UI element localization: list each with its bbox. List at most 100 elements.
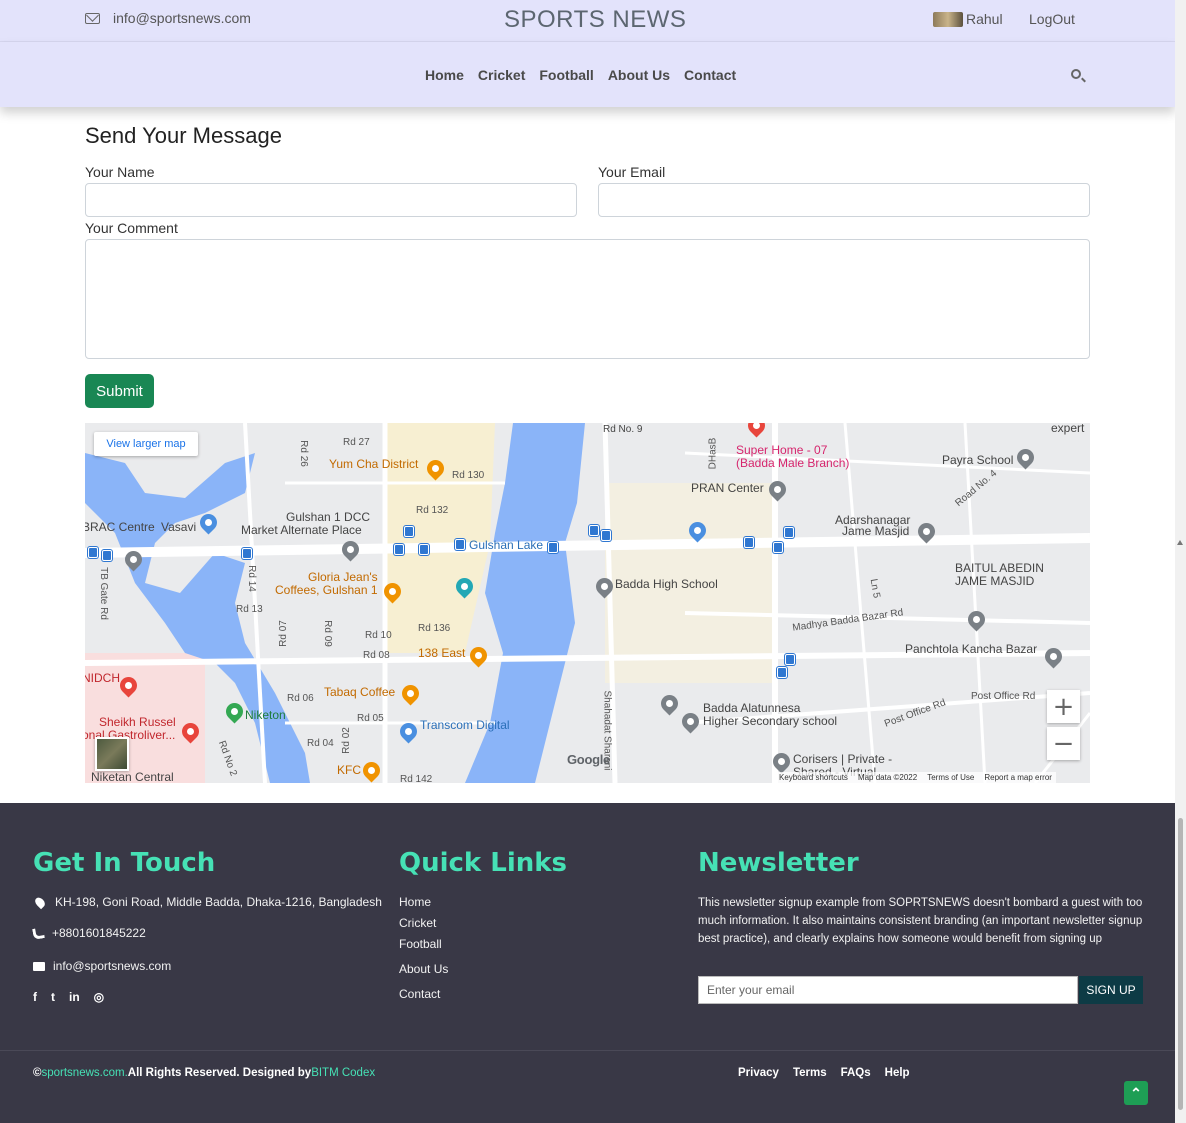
form-title: Send Your Message: [85, 123, 282, 148]
bus-stop-icon[interactable]: [455, 539, 465, 550]
map-label: Post Office Rd: [971, 691, 1036, 702]
map-label: Sheikh Russel: [99, 715, 176, 729]
map-label: Coffees, Gulshan 1: [275, 583, 378, 597]
logout-link[interactable]: LogOut: [1029, 11, 1075, 27]
bus-stop-icon[interactable]: [548, 542, 558, 553]
bus-stop-icon[interactable]: [784, 527, 794, 538]
twitter-icon[interactable]: t: [51, 990, 55, 1004]
phone-text: +8801601845222: [52, 926, 146, 940]
map-label: Rd 26: [297, 440, 309, 467]
map-data-text: Map data ©2022: [857, 773, 918, 782]
envelope-icon: [33, 961, 45, 971]
scroll-up-icon[interactable]: [1177, 540, 1183, 545]
map-label: Rd 132: [416, 505, 449, 516]
email-input[interactable]: [598, 183, 1090, 217]
user-menu[interactable]: Rahul: [933, 11, 1003, 27]
header-email[interactable]: info@sportsnews.com: [85, 10, 251, 26]
facebook-icon[interactable]: f: [33, 990, 37, 1004]
embedded-map[interactable]: View larger map Rd No. 9 expert Super Ho…: [85, 423, 1090, 783]
comment-label: Your Comment: [85, 220, 178, 236]
map-label: Panchtola Kancha Bazar: [905, 642, 1038, 656]
header-email-text: info@sportsnews.com: [113, 10, 251, 26]
footer-link-contact[interactable]: Contact: [399, 987, 440, 1001]
terms-link[interactable]: Terms: [793, 1067, 827, 1079]
search-icon[interactable]: [1071, 69, 1081, 79]
newsletter-description: This newsletter signup example from SOPR…: [698, 897, 1143, 945]
map-label: Gulshan 1 DCC: [286, 510, 371, 524]
main-navbar: Home Cricket Football About Us Contact: [0, 42, 1175, 107]
newsletter-email-input[interactable]: Enter your email: [698, 976, 1078, 1004]
top-bar: info@sportsnews.com SPORTS NEWS Rahul Lo…: [0, 0, 1175, 42]
road: [843, 423, 877, 783]
envelope-icon: [85, 12, 100, 24]
copyright-site-link[interactable]: sportsnews.com.: [41, 1067, 127, 1079]
map-label: Tabaq Coffee: [324, 685, 396, 699]
footer-email-text: info@sportsnews.com: [53, 959, 172, 973]
newsletter-heading: Newsletter: [698, 848, 859, 878]
map-label: Rd 07: [277, 620, 289, 647]
comment-textarea[interactable]: [85, 239, 1090, 359]
designer-link[interactable]: BITM Codex: [311, 1067, 375, 1079]
contact-heading: Get In Touch: [33, 848, 216, 878]
double-chevron-up-icon: ⌃: [1130, 1084, 1142, 1101]
bus-stop-icon[interactable]: [589, 525, 599, 536]
page-scrollbar[interactable]: [1175, 0, 1186, 1123]
linkedin-icon[interactable]: in: [69, 990, 80, 1004]
map-label: DHasB: [707, 437, 719, 470]
copyright-text: All Rights Reserved. Designed by: [127, 1067, 312, 1079]
bus-stop-icon[interactable]: [777, 667, 787, 678]
help-link[interactable]: Help: [885, 1067, 910, 1079]
map-label: BAITUL ABEDIN: [955, 561, 1044, 575]
signup-button[interactable]: SIGN UP: [1079, 976, 1143, 1004]
terms-of-use-link[interactable]: Terms of Use: [927, 773, 974, 782]
bus-stop-icon[interactable]: [744, 537, 754, 548]
map-label: Rd 27: [343, 437, 370, 448]
map-label: Vasavi: [161, 520, 197, 534]
nav-link-cricket[interactable]: Cricket: [478, 67, 525, 83]
map-label: Badda Alatunnesa: [703, 701, 801, 715]
bus-stop-icon[interactable]: [242, 548, 252, 559]
report-map-error-link[interactable]: Report a map error: [984, 773, 1052, 782]
road: [243, 423, 267, 783]
footer-divider: [0, 1050, 1175, 1051]
nav-link-about[interactable]: About Us: [608, 67, 670, 83]
map-label: Super Home - 07: [736, 443, 828, 457]
user-name: Rahul: [966, 11, 1003, 27]
phone-line: +8801601845222: [32, 926, 146, 940]
map-label: BRAC Centre: [85, 520, 155, 534]
bus-stop-icon[interactable]: [601, 530, 611, 541]
faqs-link[interactable]: FAQs: [841, 1067, 871, 1079]
footer-link-football[interactable]: Football: [399, 937, 442, 951]
instagram-icon[interactable]: ◎: [94, 990, 104, 1004]
zoom-in-button[interactable]: +: [1047, 690, 1080, 723]
nav-link-contact[interactable]: Contact: [684, 67, 736, 83]
map-label: Higher Secondary school: [703, 714, 838, 728]
footer-link-home[interactable]: Home: [399, 895, 431, 909]
keyboard-shortcuts-link[interactable]: Keyboard shortcuts: [779, 773, 848, 782]
phone-icon: [32, 926, 45, 940]
footer-link-cricket[interactable]: Cricket: [399, 916, 436, 930]
back-to-top-button[interactable]: ⌃: [1124, 1081, 1148, 1105]
bus-stop-icon[interactable]: [419, 544, 429, 555]
bus-stop-icon[interactable]: [394, 544, 404, 555]
bus-stop-icon[interactable]: [88, 547, 98, 558]
nav-link-home[interactable]: Home: [425, 67, 464, 83]
map-label: Rd 09: [321, 620, 333, 647]
satellite-toggle[interactable]: [95, 737, 129, 771]
bus-stop-icon[interactable]: [404, 526, 414, 537]
privacy-link[interactable]: Privacy: [738, 1067, 779, 1079]
map-label: Rd 06: [287, 693, 314, 704]
map-label: Yum Cha District: [329, 457, 419, 471]
zoom-out-button[interactable]: −: [1047, 727, 1080, 760]
nav-link-football[interactable]: Football: [539, 67, 593, 83]
bus-stop-icon[interactable]: [773, 542, 783, 553]
name-input[interactable]: [85, 183, 577, 217]
submit-button[interactable]: Submit: [85, 374, 154, 408]
bus-stop-icon[interactable]: [785, 654, 795, 665]
site-brand[interactable]: SPORTS NEWS: [504, 6, 686, 34]
email-label: Your Email: [598, 164, 666, 180]
footer-link-about[interactable]: About Us: [399, 962, 448, 976]
scrollbar-thumb[interactable]: [1178, 818, 1183, 1110]
view-larger-map-link[interactable]: View larger map: [94, 432, 198, 456]
bus-stop-icon[interactable]: [102, 550, 112, 561]
